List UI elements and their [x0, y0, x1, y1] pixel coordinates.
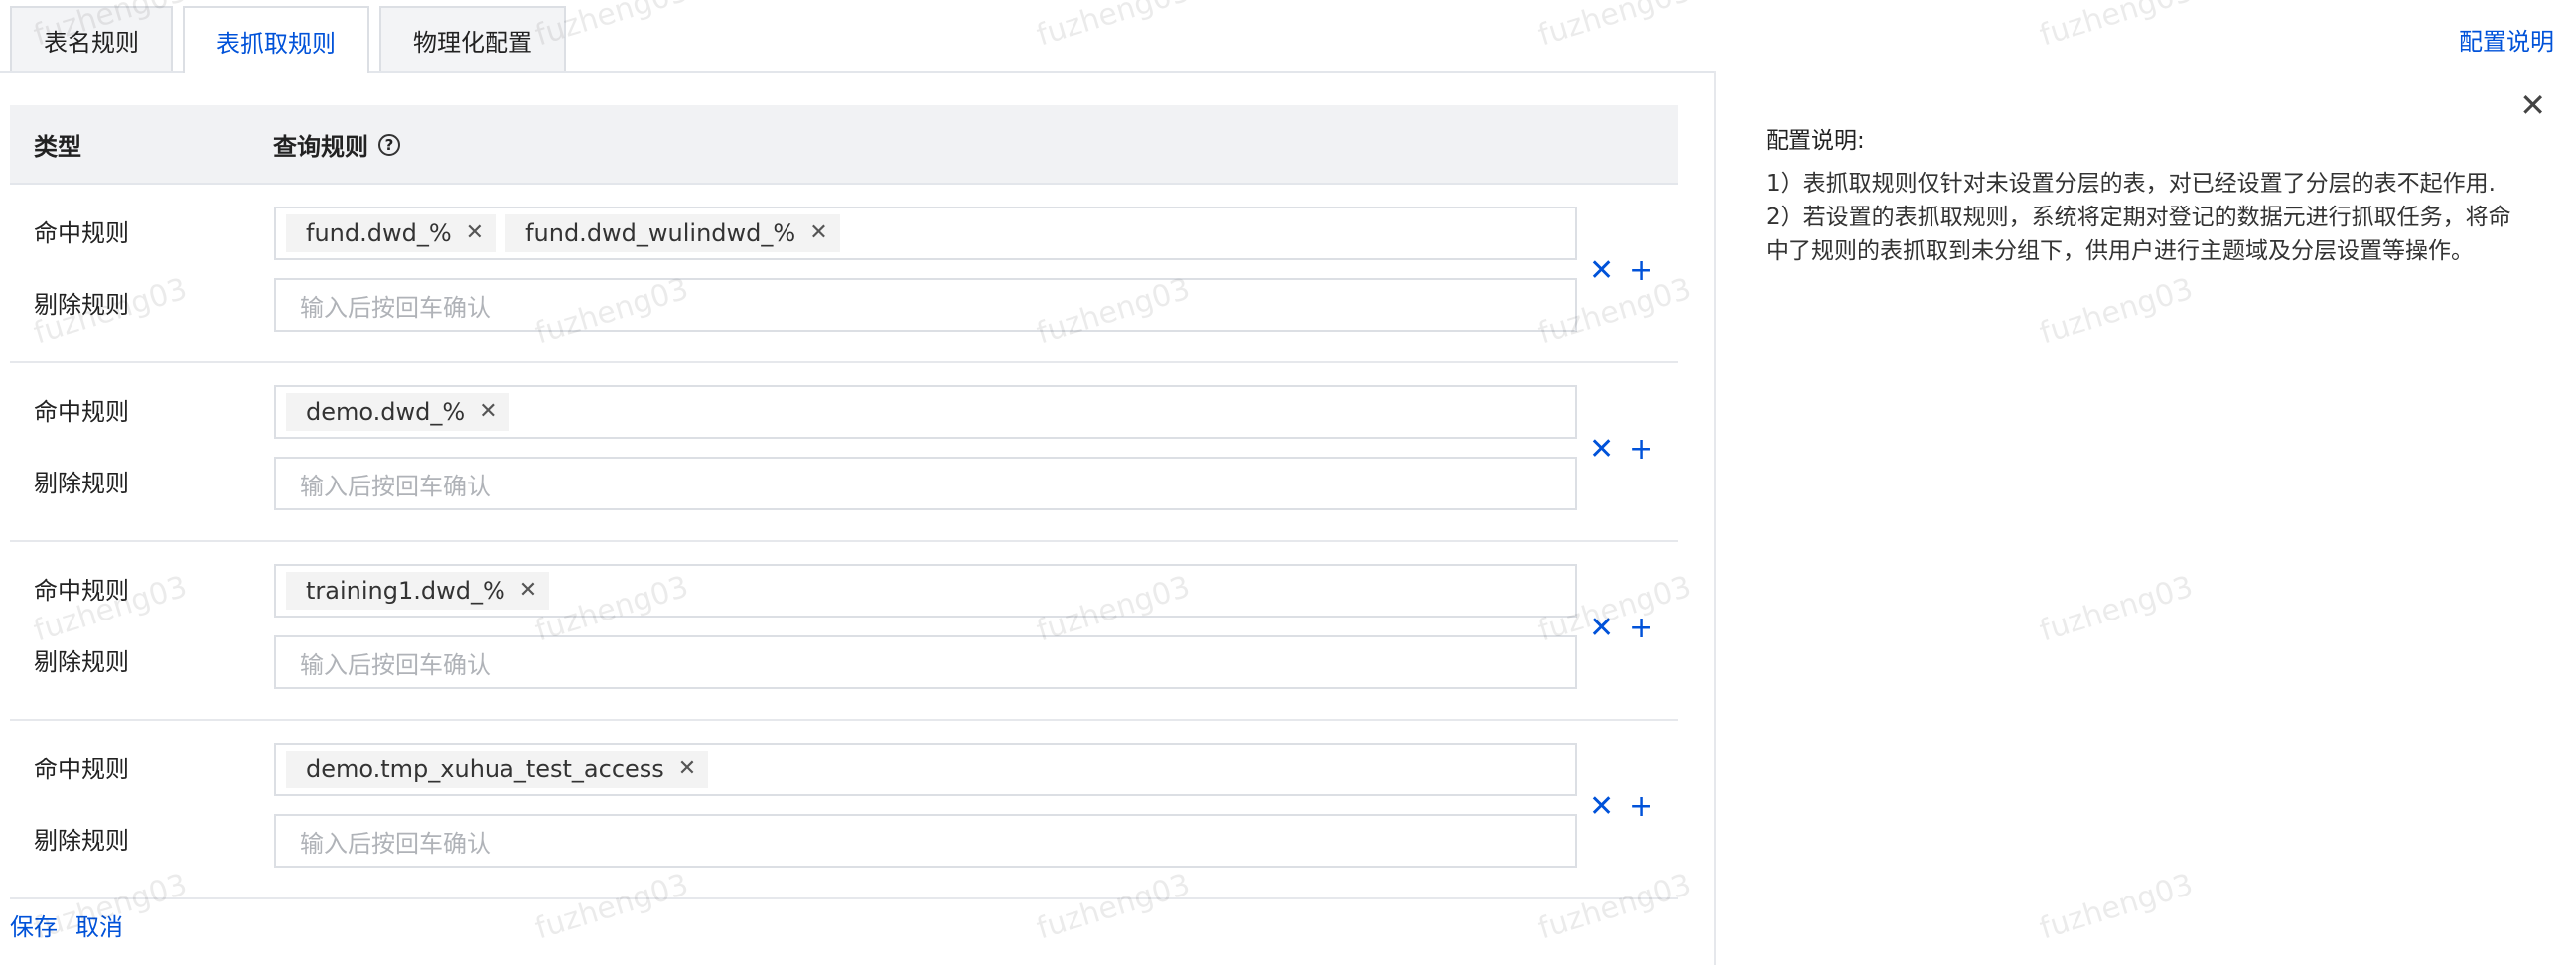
hit-rule-label: 命中规则 [34, 577, 129, 605]
help-line: 1）表抓取规则仅针对未设置分层的表，对已经设置了分层的表不起作用. [1766, 171, 2496, 197]
tab-table-name-rules[interactable]: 表名规则 [10, 6, 173, 71]
rule-tag: fund.dwd_% ✕ [286, 214, 497, 252]
exclude-rule-input[interactable]: 输入后按回车确认 [274, 814, 1577, 868]
close-icon[interactable]: ✕ [479, 401, 497, 423]
row-actions: ✕ + [1589, 435, 1653, 465]
close-icon[interactable]: ✕ [519, 580, 537, 602]
exclude-rule-input[interactable]: 输入后按回车确认 [274, 635, 1577, 689]
exclude-rule-label: 剔除规则 [34, 648, 129, 676]
exclude-rule-placeholder: 输入后按回车确认 [300, 650, 491, 679]
rules-table: 类型 查询规则 ? 命中规则 fund.dwd_% ✕ fund.dwd_wul… [10, 105, 1678, 899]
help-panel-title: 配置说明: [1766, 128, 1865, 154]
config-help-panel: ✕ 配置说明: 1）表抓取规则仅针对未设置分层的表，对已经设置了分层的表不起作用… [1714, 71, 2556, 965]
close-icon[interactable]: ✕ [2519, 89, 2546, 121]
rule-tag: demo.tmp_xuhua_test_access ✕ [286, 751, 709, 788]
question-circle-icon[interactable]: ? [378, 133, 400, 156]
form-actions: 保存 取消 [10, 907, 123, 942]
config-help-link[interactable]: 配置说明 [2459, 22, 2554, 57]
help-panel-body: 1）表抓取规则仅针对未设置分层的表，对已经设置了分层的表不起作用. 2）若设置的… [1766, 167, 2530, 268]
rule-tag-text: demo.tmp_xuhua_test_access [306, 756, 664, 783]
hit-rule-label: 命中规则 [34, 219, 129, 247]
add-row-button[interactable]: + [1629, 256, 1653, 286]
exclude-rule-placeholder: 输入后按回车确认 [300, 829, 491, 858]
rule-tag-text: demo.dwd_% [306, 398, 466, 426]
hit-rule-label: 命中规则 [34, 398, 129, 426]
add-row-button[interactable]: + [1629, 435, 1653, 465]
hit-rule-label: 命中规则 [34, 756, 129, 783]
rule-tag-text: fund.dwd_% [306, 219, 452, 247]
rule-tag: demo.dwd_% ✕ [286, 393, 509, 431]
rule-row: 命中规则 fund.dwd_% ✕ fund.dwd_wulindwd_% ✕ … [10, 185, 1678, 363]
remove-row-button[interactable]: ✕ [1589, 792, 1614, 822]
exclude-rule-label: 剔除规则 [34, 470, 129, 497]
rule-tag: training1.dwd_% ✕ [286, 572, 550, 610]
hit-rule-input[interactable]: training1.dwd_% ✕ [274, 564, 1577, 618]
header-query: 查询规则 ? [273, 127, 400, 162]
remove-row-button[interactable]: ✕ [1589, 614, 1614, 643]
exclude-rule-input[interactable]: 输入后按回车确认 [274, 278, 1577, 332]
rule-tag-text: training1.dwd_% [306, 577, 505, 605]
hit-rule-input[interactable]: fund.dwd_% ✕ fund.dwd_wulindwd_% ✕ [274, 207, 1577, 260]
tab-table-fetch-rules[interactable]: 表抓取规则 [183, 6, 369, 73]
exclude-rule-label: 剔除规则 [34, 827, 129, 855]
close-icon[interactable]: ✕ [809, 222, 827, 244]
header-query-label: 查询规则 [273, 133, 368, 161]
table-header: 类型 查询规则 ? [10, 105, 1678, 185]
exclude-rule-input[interactable]: 输入后按回车确认 [274, 457, 1577, 510]
exclude-rule-label: 剔除规则 [34, 291, 129, 319]
rule-row: 命中规则 demo.dwd_% ✕ 剔除规则 输入后按回车确认 ✕ + [10, 363, 1678, 542]
hit-rule-input[interactable]: demo.dwd_% ✕ [274, 385, 1577, 439]
exclude-rule-placeholder: 输入后按回车确认 [300, 293, 491, 322]
rule-tag: fund.dwd_wulindwd_% ✕ [505, 214, 840, 252]
close-icon[interactable]: ✕ [466, 222, 484, 244]
tab-bar: 表名规则 表抓取规则 物理化配置 配置说明 [0, 0, 2576, 73]
exclude-rule-placeholder: 输入后按回车确认 [300, 472, 491, 500]
tab-physicalization-config[interactable]: 物理化配置 [379, 6, 566, 71]
rule-row: 命中规则 demo.tmp_xuhua_test_access ✕ 剔除规则 输… [10, 721, 1678, 899]
cancel-button[interactable]: 取消 [75, 907, 123, 942]
rule-tag-text: fund.dwd_wulindwd_% [525, 219, 796, 247]
rule-row: 命中规则 training1.dwd_% ✕ 剔除规则 输入后按回车确认 ✕ + [10, 542, 1678, 721]
header-type: 类型 [34, 133, 81, 161]
add-row-button[interactable]: + [1629, 792, 1653, 822]
row-actions: ✕ + [1589, 256, 1653, 286]
hit-rule-input[interactable]: demo.tmp_xuhua_test_access ✕ [274, 743, 1577, 796]
remove-row-button[interactable]: ✕ [1589, 435, 1614, 465]
row-actions: ✕ + [1589, 792, 1653, 822]
add-row-button[interactable]: + [1629, 614, 1653, 643]
remove-row-button[interactable]: ✕ [1589, 256, 1614, 286]
row-actions: ✕ + [1589, 614, 1653, 643]
save-button[interactable]: 保存 [10, 907, 58, 942]
close-icon[interactable]: ✕ [678, 758, 696, 780]
help-line: 2）若设置的表抓取规则，系统将定期对登记的数据元进行抓取任务，将命中了规则的表抓… [1766, 205, 2511, 264]
